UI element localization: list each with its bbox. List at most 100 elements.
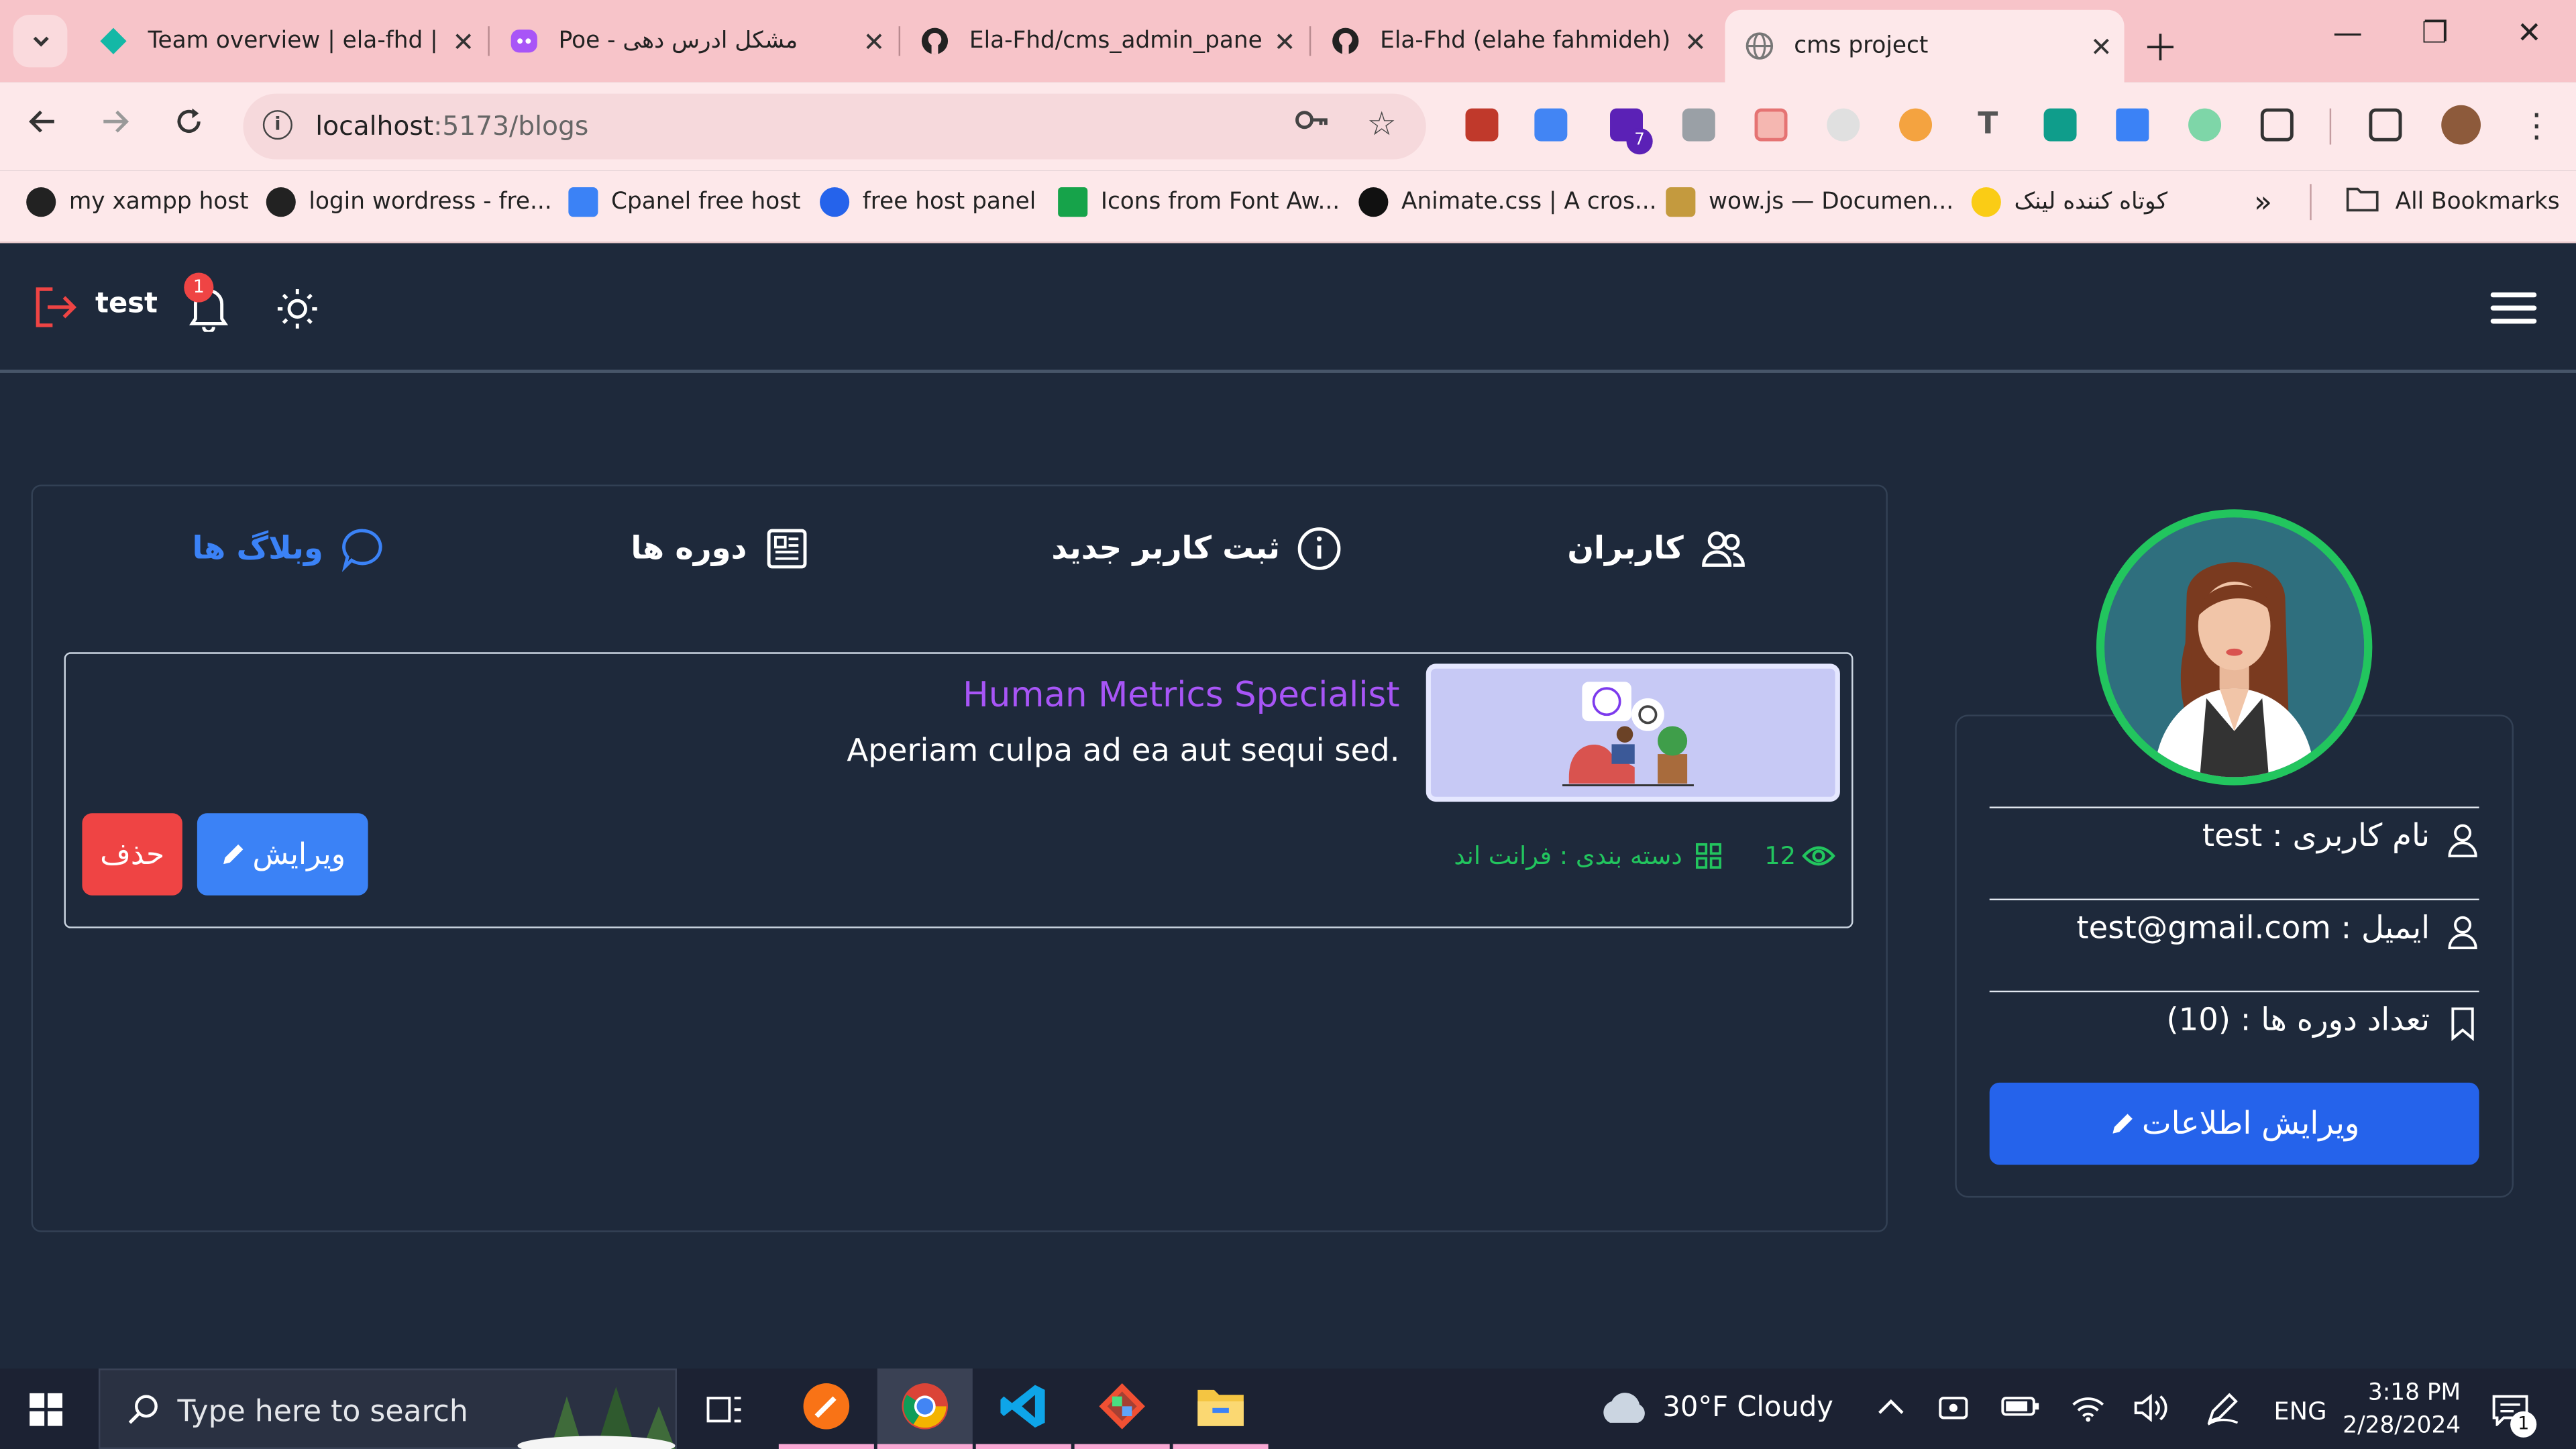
bookmark-item[interactable]: Cpanel free host: [568, 186, 801, 219]
taskbar-git-icon[interactable]: [1074, 1368, 1170, 1449]
theme-toggle-sun-icon[interactable]: [276, 288, 319, 331]
hamburger-menu-icon[interactable]: [2490, 292, 2537, 325]
task-view-icon[interactable]: [677, 1368, 772, 1449]
extension-code-icon[interactable]: [2043, 108, 2077, 142]
language-indicator[interactable]: ENG: [2273, 1397, 2326, 1426]
tab-blogs[interactable]: وبلاگ ها: [193, 523, 386, 575]
profile-username-row: نام کاربری : test: [1989, 806, 2479, 898]
tab-label: دوره ها: [631, 531, 747, 567]
taskbar-postman-icon[interactable]: [778, 1368, 874, 1449]
delete-button-label: حذف: [100, 837, 165, 872]
close-tab-icon[interactable]: ✕: [2078, 30, 2125, 62]
side-panel-icon[interactable]: [2369, 108, 2402, 142]
tray-chevron-up-icon[interactable]: [1876, 1393, 1906, 1425]
close-tab-icon[interactable]: ✕: [440, 25, 486, 57]
user-icon: [2448, 916, 2477, 950]
bookmark-icon: [2451, 1007, 2474, 1041]
weather-widget[interactable]: 30°F Cloudy: [1597, 1391, 1833, 1424]
info-circle-icon: [1297, 527, 1341, 570]
bookmark-item[interactable]: Icons from Font Aw...: [1058, 186, 1340, 219]
more-bookmarks-icon[interactable]: »: [2254, 185, 2272, 219]
bookmark-item[interactable]: Animate.css | A cros...: [1358, 186, 1657, 219]
browser-tab[interactable]: Ela-Fhd/cms_admin_panel ✕: [900, 10, 1307, 72]
pencil-icon: [223, 844, 243, 865]
avatar: [2096, 509, 2373, 786]
bookmark-item[interactable]: کوتاه کننده لینک: [1971, 186, 2167, 219]
edit-info-button[interactable]: ویرایش اطلاعات: [1989, 1082, 2479, 1165]
windows-start-icon[interactable]: [30, 1393, 63, 1426]
logout-icon[interactable]: [33, 286, 79, 329]
bookmark-label: Icons from Font Aw...: [1100, 189, 1340, 215]
browser-tab[interactable]: Poe - مشکل ادرس دهی ✕: [490, 10, 897, 72]
extensions-puzzle-icon[interactable]: [2260, 108, 2294, 142]
tab-register-user[interactable]: ثبت کاربر جدید: [1051, 523, 1342, 575]
taskbar-file-explorer-icon[interactable]: [1173, 1368, 1269, 1449]
bookmark-item[interactable]: my xampp host: [26, 186, 249, 219]
system-clock[interactable]: 3:18 PM 2/28/2024: [2343, 1377, 2461, 1442]
close-tab-icon[interactable]: ✕: [851, 25, 898, 57]
extension-font-icon[interactable]: T: [1972, 107, 2004, 142]
taskbar-search-input[interactable]: Type here to search: [98, 1368, 677, 1449]
close-tab-icon[interactable]: ✕: [1672, 25, 1719, 57]
extension-page-icon[interactable]: [1682, 108, 1715, 142]
blog-thumbnail: [1426, 663, 1840, 802]
extension-circle-icon[interactable]: [2188, 108, 2222, 142]
tray-battery-icon[interactable]: [2001, 1393, 2041, 1426]
taskbar-chrome-icon[interactable]: [877, 1368, 973, 1449]
poe-icon: [509, 26, 539, 56]
profile-username: نام کاربری : test: [2202, 818, 2430, 855]
search-icon: [128, 1395, 158, 1424]
views-count: 12: [1764, 841, 1796, 871]
cpanel-icon: [568, 187, 598, 217]
extension-leaf-icon[interactable]: [1899, 108, 1933, 142]
tab-search-button[interactable]: [13, 15, 68, 68]
browser-tab[interactable]: Ela-Fhd (elahe fahmideh) ✕: [1311, 10, 1718, 72]
tab-users[interactable]: کاربران: [1567, 523, 1746, 575]
profile-avatar-icon[interactable]: [2441, 105, 2481, 145]
site-info-icon[interactable]: i: [262, 110, 292, 140]
tray-meet-icon[interactable]: [1939, 1393, 1975, 1430]
bookmark-star-icon[interactable]: ☆: [1367, 103, 1397, 143]
window-close-icon[interactable]: ✕: [2517, 16, 2542, 50]
extension-pen-icon[interactable]: [2116, 108, 2149, 142]
forward-icon[interactable]: [99, 105, 131, 146]
all-bookmarks-button[interactable]: All Bookmarks: [2346, 186, 2560, 219]
eye-icon: [1802, 846, 1835, 866]
extension-badge: 7: [1626, 128, 1653, 155]
browser-tab[interactable]: Team overview | ela-fhd | ✕: [79, 10, 486, 72]
wordpress-icon: [266, 187, 296, 217]
close-tab-icon[interactable]: ✕: [1262, 25, 1308, 57]
back-icon[interactable]: [26, 105, 59, 146]
bookmark-label: my xampp host: [68, 189, 249, 215]
bookmarks-divider: [2310, 184, 2312, 221]
snowy-trees-icon: [517, 1386, 676, 1449]
password-key-icon[interactable]: [1295, 107, 1331, 141]
tab-label: ثبت کاربر جدید: [1051, 531, 1281, 567]
restore-icon[interactable]: ❐: [2422, 16, 2449, 50]
extension-translate-icon[interactable]: [1534, 108, 1568, 142]
tray-pen-icon[interactable]: [2205, 1393, 2241, 1433]
tab-courses[interactable]: دوره ها: [631, 523, 809, 575]
new-tab-icon[interactable]: ＋: [2142, 19, 2178, 72]
bookmark-item[interactable]: free host panel: [820, 186, 1036, 219]
extension-paw-icon[interactable]: [1465, 108, 1499, 142]
tray-volume-icon[interactable]: [2133, 1393, 2169, 1430]
extension-pencil-icon[interactable]: [1827, 108, 1860, 142]
browser-tab-active[interactable]: cms project ✕: [1725, 9, 2125, 83]
reload-icon[interactable]: [172, 105, 205, 146]
taskbar-vscode-icon[interactable]: [975, 1368, 1071, 1449]
edit-info-label: ویرایش اطلاعات: [2141, 1106, 2360, 1142]
bookmark-label: wow.js — Documen...: [1708, 189, 1954, 215]
delete-blog-button[interactable]: حذف: [82, 813, 182, 896]
bookmark-item[interactable]: login wordress - fre...: [266, 186, 552, 219]
grid-icon: [1695, 843, 1721, 869]
edit-blog-button[interactable]: ویرایش: [197, 813, 368, 896]
profile-courses-count: تعداد دوره ها : (10): [2166, 1002, 2430, 1038]
url-field[interactable]: i localhost:5173/blogs ☆: [243, 93, 1426, 160]
browser-menu-icon[interactable]: ⋮: [2520, 105, 2553, 145]
bookmark-item[interactable]: wow.js — Documen...: [1666, 186, 1953, 219]
github-icon: [26, 187, 56, 217]
minimize-icon[interactable]: —: [2333, 16, 2363, 50]
tray-wifi-icon[interactable]: [2070, 1393, 2106, 1430]
extension-calendar-icon[interactable]: [1754, 108, 1788, 142]
